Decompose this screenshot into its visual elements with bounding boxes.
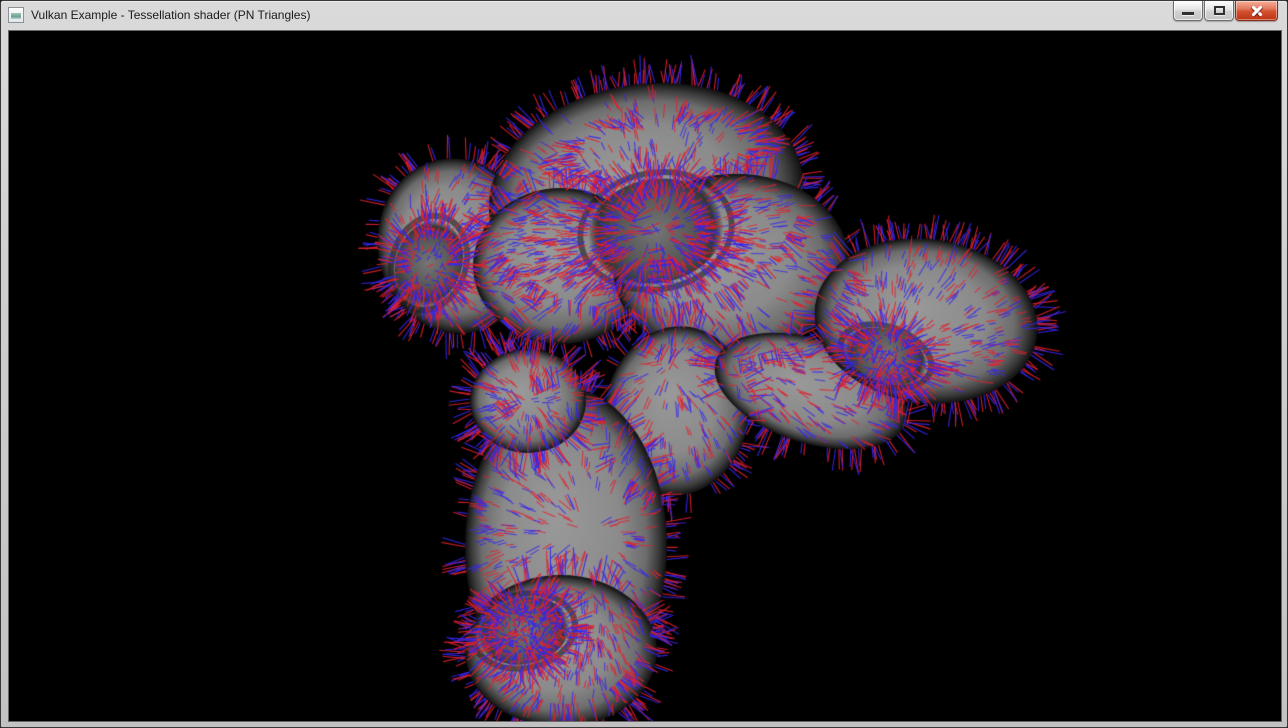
maximize-icon	[1214, 6, 1225, 15]
close-button[interactable]	[1235, 1, 1278, 21]
app-icon[interactable]	[8, 7, 24, 23]
app-window: Vulkan Example - Tessellation shader (PN…	[0, 0, 1288, 728]
minimize-button[interactable]	[1173, 1, 1203, 21]
maximize-button[interactable]	[1204, 1, 1234, 21]
minimize-icon	[1182, 12, 1194, 15]
app-icon-art	[11, 11, 21, 19]
window-title: Vulkan Example - Tessellation shader (PN…	[31, 1, 310, 30]
render-viewport	[8, 30, 1282, 722]
viewport-canvas[interactable]	[9, 31, 1281, 721]
window-controls	[1173, 1, 1278, 21]
titlebar[interactable]: Vulkan Example - Tessellation shader (PN…	[1, 1, 1287, 30]
